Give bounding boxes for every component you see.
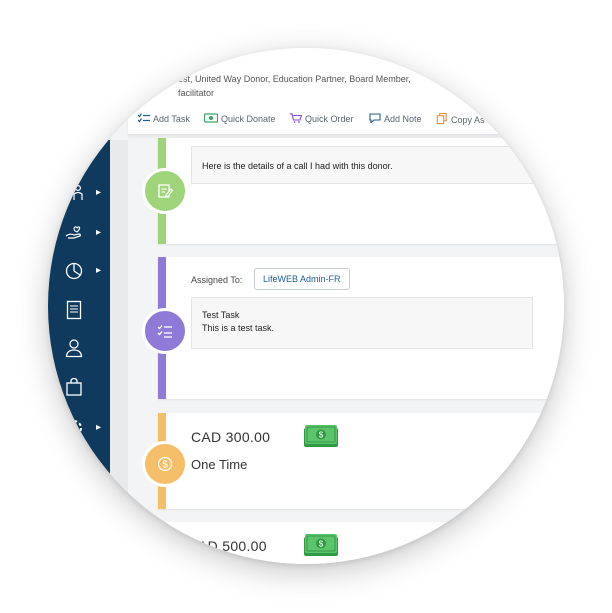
chevron-right-icon: ▸ (96, 187, 102, 198)
sidebar-item-shop[interactable] (64, 377, 104, 399)
cart-icon (290, 113, 302, 123)
chevron-down-icon[interactable]: ▾ (538, 427, 543, 438)
chevron-right-icon: ▸ (96, 265, 102, 276)
timeline-task-card: Assigned To: LifeWEB Admin-FR Test Task … (158, 257, 564, 399)
crm-app: ones est, United Way Donor, Education Pa… (48, 48, 564, 564)
quick-donate-button[interactable]: Quick Donate (204, 113, 276, 124)
task-content: Test Task This is a test task. (191, 297, 533, 349)
chevron-right-icon: ▸ (96, 422, 102, 433)
sidebar-item-donations[interactable]: ▸ (64, 223, 104, 245)
edit-note-icon (158, 184, 173, 198)
document-icon (66, 300, 82, 320)
svg-text:$: $ (319, 431, 324, 440)
hand-heart-icon (65, 226, 81, 239)
sidebar-item-settings[interactable]: ▸ (64, 418, 104, 440)
people-icon (65, 184, 83, 200)
gear-icon (66, 420, 82, 436)
timeline-donation-card: AD 500.00 $ (166, 522, 554, 564)
copy-as-label: Copy As (451, 115, 485, 125)
quick-order-button[interactable]: Quick Order (290, 113, 354, 124)
donation-amount: CAD 300.00 (191, 429, 271, 445)
timeline-donation-card: CAD 300.00 One Time $ ▾ (158, 413, 551, 509)
copy-icon (436, 113, 447, 124)
sidebar-item-reports[interactable]: ▸ (64, 261, 104, 283)
note-content: Here is the details of a call I had with… (191, 146, 533, 184)
assignee-chip[interactable]: LifeWEB Admin-FR (254, 268, 350, 290)
donation-badge: $ (142, 441, 188, 487)
task-list-icon (157, 325, 172, 338)
donation-amount: AD 500.00 (198, 538, 267, 554)
quick-donate-label: Quick Donate (221, 114, 276, 124)
pie-chart-icon (65, 262, 83, 280)
donor-tags: est, United Way Donor, Education Partner… (178, 74, 411, 98)
circular-frame: ones est, United Way Donor, Education Pa… (48, 48, 564, 564)
timeline-note-card: Here is the details of a call I had with… (158, 138, 564, 244)
donor-header: ones est, United Way Donor, Education Pa… (110, 48, 564, 110)
donation-frequency: One Time (191, 457, 248, 472)
add-note-button[interactable]: Add Note (369, 113, 422, 124)
sidebar-item-profile[interactable] (64, 338, 104, 360)
task-title: Test Task (202, 310, 240, 320)
task-body: This is a test task. (202, 323, 275, 333)
money-icon: $ (304, 534, 338, 556)
task-badge (142, 308, 188, 354)
add-task-button[interactable]: Add Task (138, 113, 190, 124)
copy-as-button[interactable]: Copy As (436, 113, 485, 125)
assigned-to-label: Assigned To: (191, 275, 243, 285)
action-toolbar: Add Task Quick Donate Quick Order Add No… (128, 104, 564, 135)
svg-text:$: $ (162, 460, 168, 471)
svg-text:$: $ (319, 540, 324, 549)
add-task-label: Add Task (153, 114, 190, 124)
chevron-right-icon: ▸ (96, 227, 102, 238)
sidebar-item-documents[interactable] (64, 300, 104, 322)
donor-name: ones (178, 56, 204, 68)
note-badge (142, 168, 188, 214)
sidebar: ▸ ▸ ▸ ▸ (48, 140, 110, 480)
speech-bubble-icon (369, 113, 381, 123)
timeline-gutter (110, 140, 128, 500)
quick-order-label: Quick Order (305, 114, 354, 124)
dollar-icon: $ (157, 456, 173, 472)
note-text: Here is the details of a call I had with… (202, 161, 393, 171)
shopping-bag-icon (66, 377, 82, 396)
add-note-label: Add Note (384, 114, 422, 124)
money-icon (204, 113, 218, 123)
money-icon: $ (304, 425, 338, 447)
user-icon (65, 339, 83, 358)
sidebar-item-people[interactable]: ▸ (64, 183, 104, 205)
checklist-icon (138, 113, 150, 123)
